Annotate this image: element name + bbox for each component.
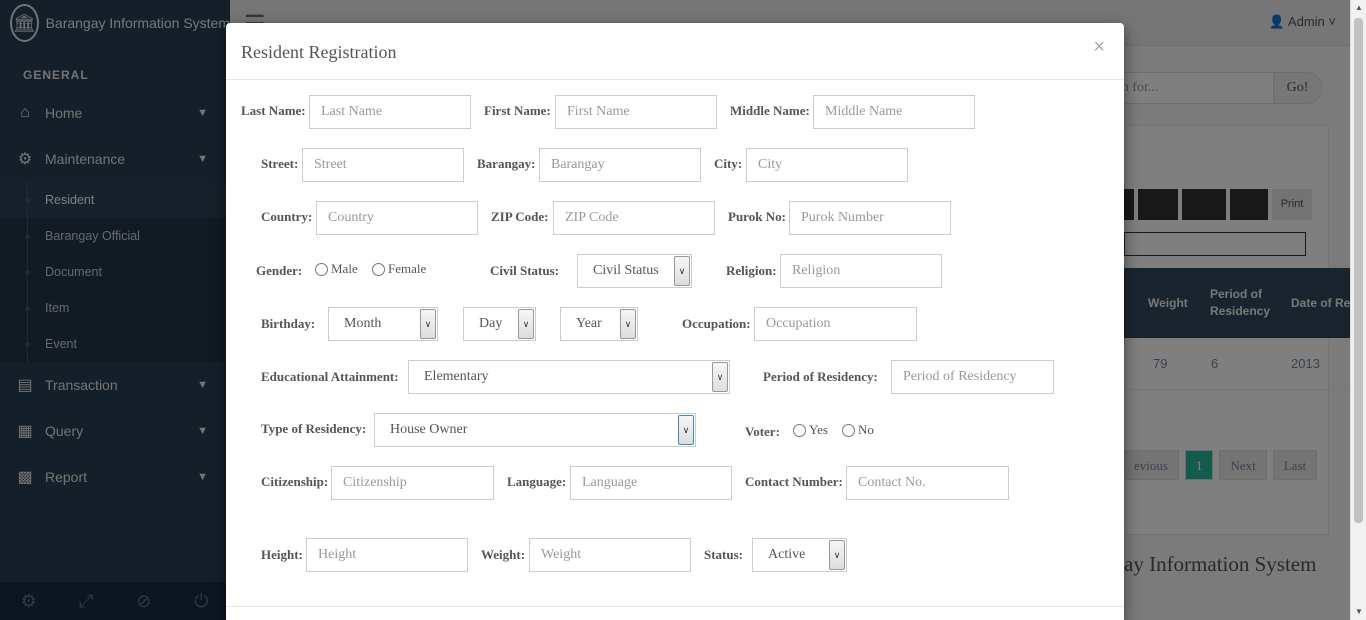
- first-name-field[interactable]: First Name: [555, 95, 717, 129]
- chevron-down-icon: ∨: [674, 256, 690, 286]
- period-residency-field[interactable]: Period of Residency: [891, 360, 1054, 394]
- barangay-label: Barangay:: [477, 156, 536, 171]
- street-field[interactable]: Street: [302, 148, 464, 182]
- select-value: House Owner: [390, 422, 468, 437]
- city-label: City:: [714, 156, 743, 171]
- scroll-down-icon[interactable]: ▼: [1351, 604, 1366, 620]
- contact-field[interactable]: Contact No.: [846, 466, 1009, 500]
- select-value: Day: [479, 316, 503, 331]
- chevron-down-icon: ∨: [518, 309, 534, 339]
- radio-label: Yes: [809, 422, 828, 437]
- chevron-down-icon: ∨: [678, 415, 694, 445]
- type-residency-select[interactable]: House Owner ∨: [374, 413, 696, 447]
- select-value: Year: [576, 316, 602, 331]
- last-name-field[interactable]: Last Name: [309, 95, 471, 129]
- country-label: Country:: [261, 209, 313, 224]
- radio-label: Female: [388, 261, 427, 276]
- gender-female-radio[interactable]: Female: [372, 261, 426, 277]
- street-label: Street:: [261, 156, 299, 171]
- education-select[interactable]: Elementary ∨: [408, 360, 730, 394]
- period-residency-label: Period of Residency:: [763, 369, 878, 384]
- birth-year-select[interactable]: Year ∨: [560, 307, 638, 341]
- citizenship-field[interactable]: Citizenship: [331, 466, 494, 500]
- select-value: Active: [768, 547, 806, 562]
- radio-icon: [842, 423, 855, 437]
- occupation-field[interactable]: Occupation: [754, 307, 917, 341]
- status-select[interactable]: Active ∨: [752, 538, 847, 572]
- religion-label: Religion:: [726, 263, 777, 278]
- country-field[interactable]: Country: [316, 201, 478, 235]
- purok-label: Purok No:: [728, 209, 786, 224]
- middle-name-label: Middle Name:: [730, 103, 810, 118]
- birthday-label: Birthday:: [261, 316, 316, 331]
- chevron-down-icon: ∨: [620, 309, 636, 339]
- select-value: Civil Status: [593, 263, 659, 278]
- zip-field[interactable]: ZIP Code: [553, 201, 715, 235]
- scroll-thumb[interactable]: [1354, 18, 1363, 523]
- gender-label: Gender:: [256, 263, 303, 278]
- civil-status-label: Civil Status:: [490, 263, 559, 278]
- voter-no-radio[interactable]: No: [842, 422, 874, 438]
- religion-field[interactable]: Religion: [780, 254, 942, 288]
- select-value: Elementary: [424, 369, 489, 384]
- modal-footer-divider: [226, 606, 1124, 607]
- education-label: Educational Attainment:: [261, 369, 399, 384]
- page-scrollbar[interactable]: ▲ ▼: [1350, 0, 1366, 620]
- language-label: Language:: [507, 474, 567, 489]
- first-name-label: First Name:: [484, 103, 551, 118]
- height-field[interactable]: Height: [306, 538, 468, 572]
- scroll-up-icon[interactable]: ▲: [1351, 0, 1366, 16]
- radio-icon: [372, 262, 385, 276]
- civil-status-select[interactable]: Civil Status ∨: [577, 254, 692, 288]
- chevron-down-icon: ∨: [712, 362, 728, 392]
- middle-name-field[interactable]: Middle Name: [813, 95, 975, 129]
- radio-label: Male: [331, 261, 358, 276]
- modal-title: Resident Registration: [241, 42, 397, 62]
- type-residency-label: Type of Residency:: [261, 421, 367, 436]
- chevron-down-icon: ∨: [420, 309, 436, 339]
- zip-label: ZIP Code:: [491, 209, 549, 224]
- citizenship-label: Citizenship:: [261, 474, 329, 489]
- gender-male-radio[interactable]: Male: [315, 261, 358, 277]
- height-label: Height:: [261, 547, 303, 562]
- city-field[interactable]: City: [746, 148, 908, 182]
- radio-label: No: [858, 422, 874, 437]
- weight-label: Weight:: [481, 547, 526, 562]
- voter-yes-radio[interactable]: Yes: [793, 422, 828, 438]
- language-field[interactable]: Language: [570, 466, 732, 500]
- barangay-field[interactable]: Barangay: [539, 148, 701, 182]
- select-value: Month: [344, 316, 382, 331]
- birth-day-select[interactable]: Day ∨: [463, 307, 536, 341]
- modal-header: Resident Registration ×: [226, 23, 1124, 80]
- occupation-label: Occupation:: [682, 316, 751, 331]
- purok-field[interactable]: Purok Number: [789, 201, 951, 235]
- radio-icon: [793, 423, 806, 437]
- last-name-label: Last Name:: [241, 103, 306, 118]
- radio-icon: [315, 262, 328, 276]
- voter-label: Voter:: [745, 424, 780, 439]
- resident-registration-modal: Resident Registration × Last Name: Last …: [226, 23, 1124, 620]
- contact-label: Contact Number:: [745, 474, 843, 489]
- status-label: Status:: [704, 547, 744, 562]
- birth-month-select[interactable]: Month ∨: [328, 307, 438, 341]
- close-icon[interactable]: ×: [1093, 36, 1105, 59]
- weight-field[interactable]: Weight: [529, 538, 691, 572]
- chevron-down-icon: ∨: [829, 540, 845, 570]
